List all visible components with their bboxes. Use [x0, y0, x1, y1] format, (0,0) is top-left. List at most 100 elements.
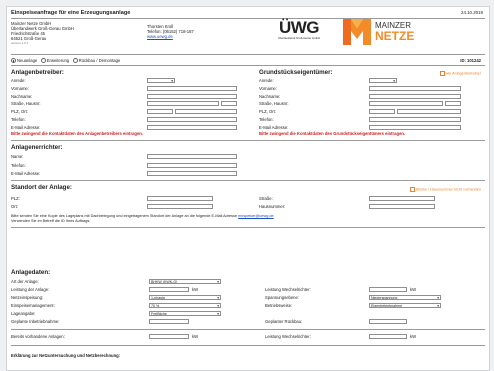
spannung-select[interactable]: Niederspannung — [369, 294, 441, 300]
label-wechselrichter: Leistung Wechselrichter: — [265, 287, 311, 292]
section-title-errichter: Anlagenerrichter: — [11, 144, 63, 151]
label-telefon: Telefon: — [259, 116, 274, 122]
errichter-name-input[interactable] — [147, 154, 237, 159]
label-strasse: Straße, Hausnr: — [259, 101, 289, 107]
label-betrieb: Betriebsweise: — [265, 303, 293, 308]
company-address: Mainzer Netze GmbH Überlandwerk Groß-Ger… — [11, 21, 74, 46]
label-inbetriebnahme: Geplante Inbetriebnahme: — [11, 319, 60, 324]
bestehend-unit: kW — [192, 334, 199, 339]
art-select[interactable]: BHKW (KWK-G) — [149, 278, 221, 284]
label-vorname: Vorname: — [259, 85, 277, 91]
betreiber-ort-input[interactable] — [175, 109, 237, 115]
label-bestehend: Bereits vorhandene Anlagen: — [11, 334, 65, 339]
form-page: Einspeiseanfrage für eine Erzeugungsanla… — [6, 6, 490, 371]
label-nachname: Nachname: — [259, 93, 281, 99]
errichter-telefon-input[interactable] — [147, 162, 237, 168]
betreiber-nachname-input[interactable] — [147, 93, 237, 99]
betreiber-strasse-input[interactable] — [147, 101, 219, 107]
label-telefon: Telefon: — [11, 162, 26, 168]
standort-hausnr-input[interactable] — [369, 204, 435, 209]
standort-plz-input[interactable] — [147, 196, 213, 201]
rueckbau-input[interactable] — [369, 318, 407, 324]
lageplan-note: Bitte senden Sie eine Kopie des Lageplan… — [11, 214, 274, 224]
leistung-input[interactable] — [149, 286, 189, 292]
label-vorname: Vorname: — [11, 85, 29, 91]
email-link[interactable]: einspeiser@uewg.de — [238, 214, 274, 218]
label-rueckbau: Geplanter Rückbau: — [265, 319, 303, 324]
label-art: Art der Anlage: — [11, 279, 39, 284]
section-title-erklaerung: Erklärung zur Netzuntersuchung und Netzb… — [11, 353, 121, 358]
divider — [11, 345, 485, 346]
betreiber-labels: Anrede: Vorname: Nachname: Straße, Hausn… — [11, 78, 41, 133]
divider — [11, 18, 485, 19]
lage-select[interactable]: Freifläche — [149, 310, 221, 316]
divider — [11, 329, 485, 330]
label-telefon: Telefon: — [11, 116, 26, 122]
wechselrichter-input[interactable] — [369, 286, 407, 292]
order-id: ID: 101242 — [460, 58, 481, 63]
label-email: E-Mail Adresse: — [11, 171, 41, 176]
betreiber-telefon-input[interactable] — [147, 117, 237, 122]
eigentuemer-plz-input[interactable] — [369, 109, 395, 115]
contact-web-link[interactable]: www.uewg.de — [147, 34, 194, 39]
radio-neuanlage[interactable]: Neuanlage — [11, 58, 37, 64]
betreiber-warning: Bitte zwingend die Kontaktdaten des Anla… — [11, 131, 144, 136]
date: 24.10.2019 — [461, 10, 483, 15]
eigentuemer-anrede-select[interactable] — [369, 78, 397, 83]
betreiber-email-input[interactable] — [147, 124, 237, 130]
wie-betreiber-checkbox[interactable]: wie Anlagenbetreiber — [439, 71, 481, 77]
mainzer-netze-logo: MAINZER NETZE — [343, 19, 414, 50]
label-netz: Netzeinspeisung: — [11, 295, 44, 300]
contact-block: Thorsten Kroll Telefon: (06152) 718-187 … — [147, 24, 194, 39]
bestehend-input[interactable] — [149, 333, 189, 339]
standort-ort-input[interactable] — [147, 204, 213, 209]
inbetriebnahme-input[interactable] — [149, 318, 189, 324]
label-nachname: Nachname: — [11, 93, 33, 99]
betreiber-anrede-select[interactable] — [147, 78, 175, 83]
label-wechselrichter-2: Leistung Wechselrichter: — [265, 334, 311, 339]
mainzer-netze-icon — [343, 19, 371, 45]
eigentuemer-nachname-input[interactable] — [369, 93, 461, 99]
errichter-email-input[interactable] — [147, 171, 237, 176]
label-plz-ort: PLZ, Ort: — [11, 109, 28, 115]
betrieb-select[interactable]: Eigenbetriebnahme — [369, 302, 441, 308]
page-title: Einspeiseanfrage für eine Erzeugungsanla… — [11, 10, 131, 16]
divider — [11, 54, 485, 55]
lageplan-note-subject: Verwenden Sie im Betreff die ID Ihres Au… — [11, 218, 91, 223]
radio-rueckbau[interactable]: Rückbau / Demontage — [72, 58, 120, 64]
label-hausnr: Hausnummer: — [259, 204, 286, 209]
label-anrede: Anrede: — [11, 78, 26, 83]
betreiber-plz-input[interactable] — [147, 109, 173, 115]
eigentuemer-vorname-input[interactable] — [369, 85, 461, 91]
eigentuemer-email-input[interactable] — [369, 124, 461, 130]
eigentuemer-strasse-input[interactable] — [369, 101, 443, 107]
eigentuemer-hausnr-input[interactable] — [445, 101, 461, 107]
wechselrichter-unit: kW — [410, 287, 417, 292]
no-street-checkbox[interactable]: Straße / Hausnummer nicht vorhanden — [409, 187, 481, 193]
betreiber-hausnr-input[interactable] — [221, 101, 237, 107]
section-title-eigentuemer: Grundstückseigentümer: — [259, 69, 333, 76]
eigentuemer-telefon-input[interactable] — [369, 117, 461, 122]
leistung-unit: kW — [192, 287, 199, 292]
lageplan-note-text: Bitte senden Sie eine Kopie des Lageplan… — [11, 214, 239, 218]
version-label: version 1.0.1 — [11, 41, 29, 45]
einspeise-select[interactable]: 70 % — [149, 302, 221, 308]
label-plz: PLZ: — [11, 196, 20, 201]
divider — [11, 180, 485, 181]
uewg-logo: ÜWG Überlandwerk Groß-Gerau GmbH — [278, 18, 320, 40]
errichter-labels: Name: Telefon: E-Mail Adresse: — [11, 154, 40, 180]
section-title-standort: Standort der Anlage: — [11, 184, 72, 191]
label-strasse: Straße: — [259, 196, 273, 201]
betreiber-vorname-input[interactable] — [147, 85, 237, 91]
section-title-betreiber: Anlagenbetreiber: — [11, 69, 64, 76]
wechselrichter-2-input[interactable] — [369, 333, 407, 339]
label-einspeise: Einspeisemanagement: — [11, 303, 55, 308]
eigentuemer-ort-input[interactable] — [397, 109, 461, 115]
radio-erweiterung[interactable]: Erweiterung — [40, 58, 69, 64]
label-leistung: Leistung der Anlage: — [11, 287, 50, 292]
label-spannung: Spannungsebene: — [265, 295, 299, 300]
netz-select[interactable]: 1-phasig — [149, 294, 221, 300]
standort-strasse-input[interactable] — [369, 196, 435, 201]
label-strasse: Straße, Hausnr: — [11, 101, 41, 107]
section-title-anlagedaten: Anlagedaten: — [11, 269, 51, 276]
